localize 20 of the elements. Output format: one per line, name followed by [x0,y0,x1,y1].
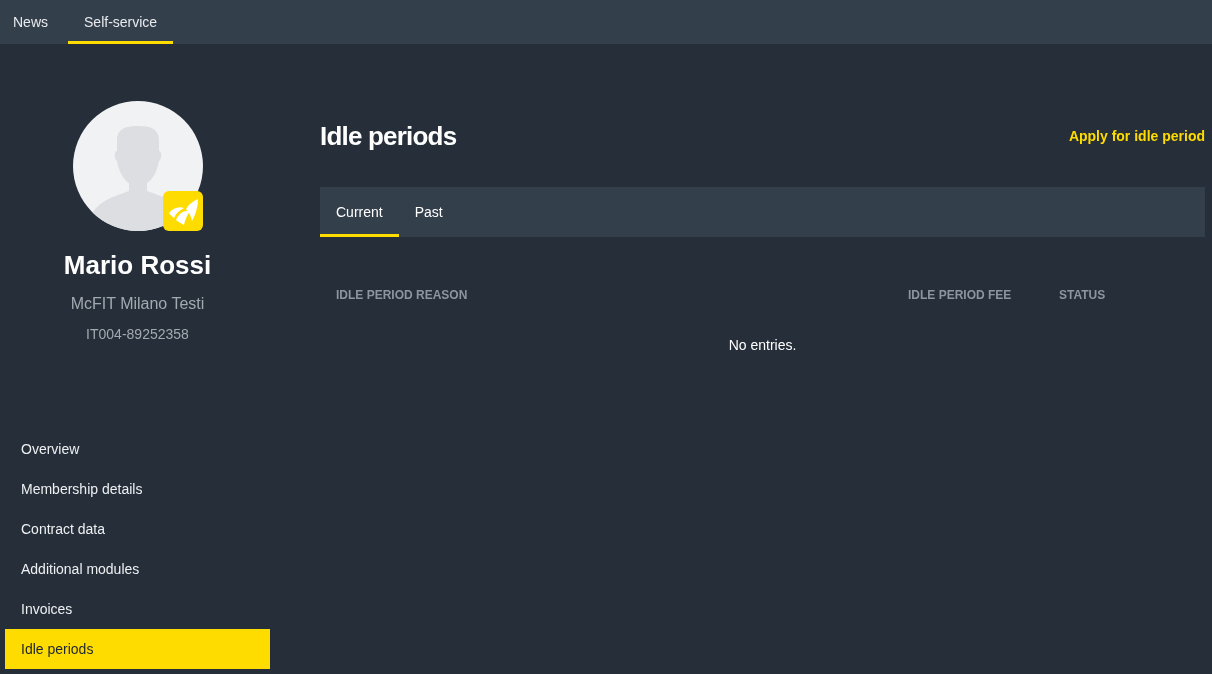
nav-tab[interactable]: News [0,0,64,44]
tab[interactable]: Current [320,187,399,237]
tab[interactable]: Past [398,187,459,237]
apply-link[interactable]: Apply for idle period [1068,128,1205,144]
empty-message: No entries. [728,337,797,353]
sidebar-item[interactable]: Overview [5,429,270,469]
member-name: Mario Rossi [63,249,212,281]
page-title: Idle periods [320,120,457,153]
sidebar-item[interactable]: Membership details [5,469,270,509]
studio-name: McFIT Milano Testi [70,294,205,314]
logo-icon [162,191,203,231]
sidebar-item[interactable]: Additional modules [5,549,270,589]
member-id: IT004-89252358 [86,325,189,343]
column-header: IDLE PERIOD FEE [908,288,1012,302]
sidebar-item[interactable]: Contract data [5,509,270,549]
column-header: IDLE PERIOD REASON [336,288,468,302]
nav-tab[interactable]: Self-service [68,0,174,44]
sidebar-item[interactable]: Idle periods [5,629,270,669]
column-header: STATUS [1059,288,1106,302]
sidebar-item[interactable]: Invoices [5,589,270,629]
